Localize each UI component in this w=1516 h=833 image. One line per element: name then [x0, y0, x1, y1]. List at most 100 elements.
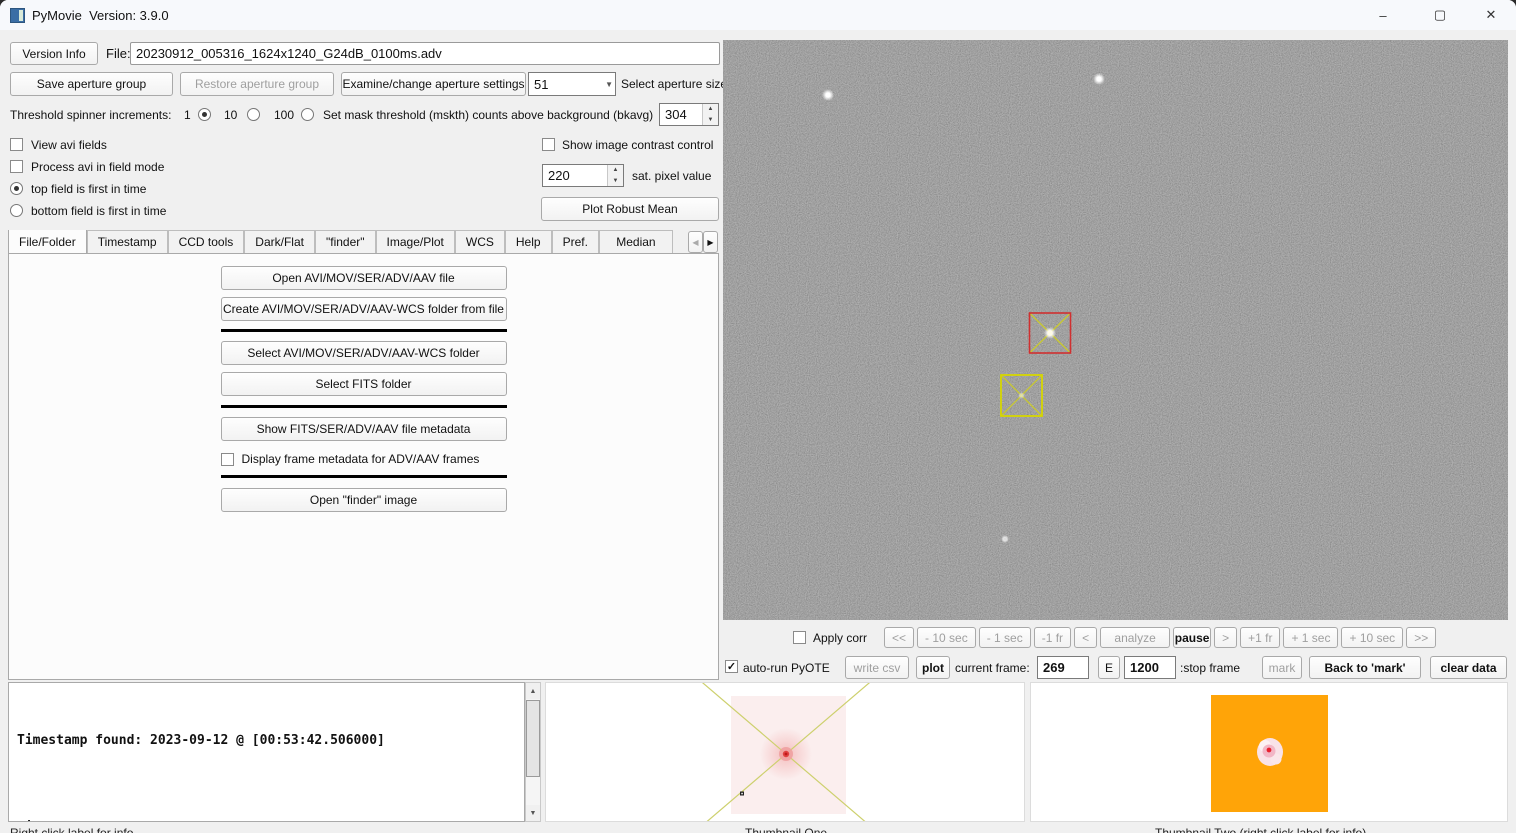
process-avi-field-mode-label: Process avi in field mode — [31, 155, 164, 178]
display-frame-metadata-label: Display frame metadata for ADV/AAV frame… — [242, 452, 480, 466]
view-avi-fields-checkbox[interactable] — [10, 138, 23, 151]
tab-ccd-tools[interactable]: CCD tools — [168, 230, 245, 253]
tab-scroll-left-icon[interactable]: ◀ — [688, 231, 703, 253]
plot-robust-mean-button[interactable]: Plot Robust Mean — [541, 197, 719, 221]
open-avi-file-button[interactable]: Open AVI/MOV/SER/ADV/AAV file — [221, 266, 507, 290]
top-field-first-radio[interactable] — [10, 182, 23, 195]
auto-run-pyote-label: auto-run PyOTE — [743, 656, 830, 679]
scrollbar-thumb[interactable] — [526, 700, 540, 777]
show-contrast-control-checkbox[interactable] — [542, 138, 555, 151]
transport-controls: << - 10 sec - 1 sec -1 fr < analyze paus… — [884, 627, 1436, 648]
mask-threshold-label: Set mask threshold (mskth) counts above … — [323, 103, 653, 126]
step-back-button[interactable]: < — [1074, 627, 1097, 648]
plot-button[interactable]: plot — [916, 656, 950, 679]
image-noise — [723, 40, 1508, 620]
close-button[interactable]: ✕ — [1468, 0, 1514, 30]
thumbnail-two-footer-label: Thumbnail Two (right click label for inf… — [1155, 826, 1366, 833]
file-input[interactable]: 20230912_005316_1624x1240_G24dB_0100ms.a… — [130, 42, 720, 65]
write-csv-button[interactable]: write csv — [845, 656, 909, 679]
faint-star — [1241, 248, 1244, 251]
thumbnail-two[interactable] — [1030, 682, 1508, 822]
separator — [221, 405, 507, 408]
aperture-size-select[interactable]: 51 ▼ — [528, 72, 616, 96]
apply-corr-checkbox[interactable] — [793, 631, 806, 644]
tab-median[interactable]: Median — [599, 230, 673, 253]
log-line: Timestamp found: 2023-09-12 @ [00:53:42.… — [17, 726, 385, 755]
back-to-mark-button[interactable]: Back to 'mark' — [1309, 656, 1421, 679]
image-view[interactable] — [723, 40, 1508, 620]
bottom-field-first-radio[interactable] — [10, 204, 23, 217]
star — [1093, 73, 1105, 85]
log-lines: Timestamp found: 2023-09-12 @ [00:53:42.… — [17, 682, 385, 822]
process-avi-field-mode-checkbox[interactable] — [10, 160, 23, 173]
jump-start-button[interactable]: << — [884, 627, 914, 648]
jump-end-button[interactable]: >> — [1406, 627, 1436, 648]
select-wcs-folder-button[interactable]: Select AVI/MOV/SER/ADV/AAV-WCS folder — [221, 341, 507, 365]
title-bar: PyMovie Version: 3.9.0 – ▢ ✕ — [0, 0, 1516, 30]
log-panel[interactable]: Timestamp found: 2023-09-12 @ [00:53:42.… — [8, 682, 525, 822]
tab-file-folder[interactable]: File/Folder — [8, 230, 87, 253]
fwd-1sec-button[interactable]: + 1 sec — [1283, 627, 1338, 648]
current-frame-label: current frame: — [955, 656, 1030, 679]
examine-aperture-settings-button[interactable]: Examine/change aperture settings — [341, 72, 526, 96]
sat-pixel-spinner[interactable]: 220 ▲▼ — [542, 164, 624, 187]
tab-timestamp[interactable]: Timestamp — [87, 230, 168, 253]
tab-scroll-right-icon[interactable]: ▶ — [703, 231, 718, 253]
back-1sec-button[interactable]: - 1 sec — [979, 627, 1031, 648]
threshold-increments-label: Threshold spinner increments: — [10, 103, 171, 126]
spin-down-icon: ▼ — [703, 115, 718, 126]
minimize-button[interactable]: – — [1360, 0, 1406, 30]
pymovie-window: PyMovie Version: 3.9.0 – ▢ ✕ Version Inf… — [0, 0, 1516, 833]
analyze-button[interactable]: analyze — [1100, 627, 1170, 648]
stop-frame-label: :stop frame — [1180, 656, 1240, 679]
tab-wcs[interactable]: WCS — [455, 230, 505, 253]
increment-100-label: 100 — [274, 103, 294, 126]
display-frame-metadata-row: Display frame metadata for ADV/AAV frame… — [221, 452, 507, 466]
log-line: Timestamp found: 2023-09-12 @ [00:53:42.… — [17, 813, 385, 822]
view-avi-fields-label: View avi fields — [31, 133, 107, 156]
fwd-1frame-button[interactable]: +1 fr — [1240, 627, 1280, 648]
star — [822, 89, 834, 101]
chevron-down-icon: ▼ — [605, 80, 613, 89]
back-10sec-button[interactable]: - 10 sec — [917, 627, 976, 648]
e-button[interactable]: E — [1098, 656, 1120, 679]
select-fits-folder-button[interactable]: Select FITS folder — [221, 372, 507, 396]
increment-100-radio[interactable] — [301, 108, 314, 121]
current-frame-field[interactable]: 269 — [1037, 656, 1089, 679]
fwd-10sec-button[interactable]: + 10 sec — [1341, 627, 1403, 648]
scroll-down-icon[interactable]: ▼ — [526, 805, 540, 821]
save-aperture-group-button[interactable]: Save aperture group — [10, 72, 173, 96]
back-1frame-button[interactable]: -1 fr — [1034, 627, 1071, 648]
maximize-button[interactable]: ▢ — [1417, 0, 1463, 30]
tab-pref[interactable]: Pref. — [552, 230, 599, 253]
mask-threshold-spinner[interactable]: 304 ▲▼ — [659, 103, 719, 126]
create-wcs-folder-button[interactable]: Create AVI/MOV/SER/ADV/AAV-WCS folder fr… — [221, 297, 507, 321]
thumbnail-one[interactable] — [545, 682, 1025, 822]
apply-corr-label: Apply corr — [813, 627, 867, 648]
tab-help[interactable]: Help — [505, 230, 552, 253]
star — [1001, 535, 1009, 543]
increment-10-radio[interactable] — [247, 108, 260, 121]
tab-dark-flat[interactable]: Dark/Flat — [244, 230, 315, 253]
restore-aperture-group-button[interactable]: Restore aperture group — [180, 72, 334, 96]
tab-finder[interactable]: "finder" — [315, 230, 376, 253]
log-scrollbar[interactable]: ▲ ▼ — [525, 682, 541, 822]
tab-image-plot[interactable]: Image/Plot — [376, 230, 455, 253]
step-forward-button[interactable]: > — [1214, 627, 1237, 648]
spin-up-icon: ▲ — [608, 165, 623, 176]
increment-1-radio[interactable] — [198, 108, 211, 121]
app-icon — [10, 8, 25, 23]
increment-1-label: 1 — [184, 103, 191, 126]
scroll-up-icon[interactable]: ▲ — [526, 683, 540, 699]
clear-data-button[interactable]: clear data — [1430, 656, 1507, 679]
star-center — [785, 753, 788, 756]
show-metadata-button[interactable]: Show FITS/SER/ADV/AAV file metadata — [221, 417, 507, 441]
display-frame-metadata-checkbox[interactable] — [221, 453, 234, 466]
pause-button[interactable]: pause — [1173, 627, 1211, 648]
open-finder-image-button[interactable]: Open "finder" image — [221, 488, 507, 512]
spin-down-icon: ▼ — [608, 176, 623, 187]
version-info-button[interactable]: Version Info — [10, 42, 98, 65]
stop-frame-field[interactable]: 1200 — [1124, 656, 1176, 679]
auto-run-pyote-checkbox[interactable]: ✓ — [725, 660, 738, 673]
mark-button[interactable]: mark — [1262, 656, 1302, 679]
